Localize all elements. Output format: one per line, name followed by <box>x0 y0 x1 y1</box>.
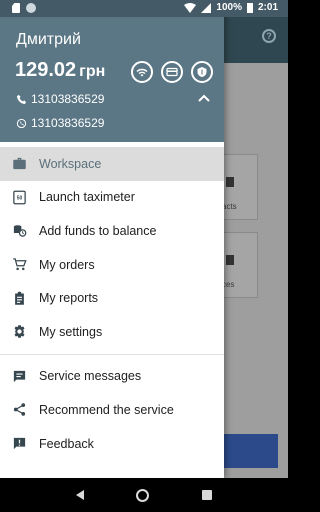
card-icon <box>226 177 234 187</box>
back-icon[interactable] <box>76 490 85 500</box>
menu-item-launch-taximeter[interactable]: 50 Launch taximeter <box>0 181 224 215</box>
menu-item-label: My orders <box>39 257 95 272</box>
menu-item-my-orders[interactable]: My orders <box>0 248 224 282</box>
menu-item-workspace[interactable]: Workspace <box>0 147 224 181</box>
feedback-icon <box>12 436 27 451</box>
menu-item-my-settings[interactable]: My settings <box>0 315 224 349</box>
card-icon[interactable] <box>161 61 183 83</box>
whatsapp-number: 13103836529 <box>31 116 105 130</box>
menu-item-add-funds[interactable]: Add funds to balance <box>0 214 224 248</box>
status-bar: 100% 2:01 <box>0 0 288 17</box>
menu-item-label: Launch taximeter <box>39 190 135 205</box>
card-icon <box>226 255 234 265</box>
help-icon[interactable]: ? <box>262 29 276 43</box>
chevron-up-icon[interactable] <box>198 93 210 103</box>
menu-item-label: Feedback <box>39 436 94 451</box>
drawer-menu: Workspace 50 Launch taximeter Add funds … <box>0 147 224 460</box>
menu-item-service-messages[interactable]: Service messages <box>0 360 224 394</box>
message-icon <box>12 369 27 384</box>
drawer-header: Дмитрий 129.02 грн 13103836529 1310383652… <box>0 0 224 142</box>
whatsapp-icon <box>16 118 27 128</box>
navigation-drawer: Дмитрий 129.02 грн 13103836529 1310383652… <box>0 0 224 478</box>
taximeter-icon: 50 <box>12 190 27 205</box>
background-card-services[interactable]: ces <box>222 232 258 298</box>
menu-item-label: My settings <box>39 324 103 339</box>
whatsapp-row[interactable]: 13103836529 <box>16 116 104 130</box>
phone-row[interactable]: 13103836529 <box>16 92 104 106</box>
shield-icon[interactable] <box>191 61 213 83</box>
clock: 2:01 <box>257 2 278 13</box>
share-icon <box>12 402 27 417</box>
sim-icon <box>12 3 20 13</box>
background-action-button[interactable] <box>222 434 278 468</box>
signal-icon <box>201 2 212 13</box>
user-name: Дмитрий <box>16 31 81 48</box>
menu-item-label: Workspace <box>39 156 102 171</box>
battery-icon <box>246 2 253 13</box>
recent-apps-icon[interactable] <box>201 490 212 500</box>
system-navigation-bar <box>0 478 288 512</box>
phone-icon <box>16 94 27 104</box>
menu-item-label: My reports <box>39 291 99 306</box>
home-icon[interactable] <box>136 488 150 502</box>
balance-currency: грн <box>79 63 106 80</box>
menu-item-recommend[interactable]: Recommend the service <box>0 393 224 427</box>
gear-icon <box>12 324 27 339</box>
menu-divider <box>0 353 224 355</box>
menu-item-label: Add funds to balance <box>39 223 157 238</box>
battery-percent: 100% <box>216 2 242 13</box>
menu-item-label: Recommend the service <box>39 402 174 417</box>
background-card-label: acts <box>222 202 237 211</box>
background-card-contacts[interactable]: acts <box>222 154 258 220</box>
wifi-status-icon <box>184 2 197 13</box>
balance: 129.02 грн <box>15 59 105 82</box>
svg-text:50: 50 <box>17 195 23 201</box>
balance-amount: 129.02 <box>15 59 77 81</box>
notification-icon <box>26 3 36 13</box>
cart-icon <box>12 257 27 272</box>
wifi-icon[interactable] <box>131 61 153 83</box>
menu-item-label: Service messages <box>39 369 142 384</box>
menu-item-my-reports[interactable]: My reports <box>0 281 224 315</box>
clipboard-icon <box>12 291 27 306</box>
coins-icon <box>12 223 27 238</box>
briefcase-icon <box>12 156 27 171</box>
phone-number: 13103836529 <box>31 92 105 106</box>
menu-item-feedback[interactable]: Feedback <box>0 427 224 461</box>
